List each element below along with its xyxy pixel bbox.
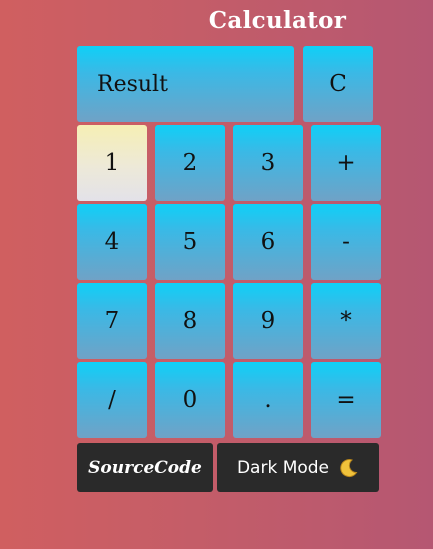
digit-4-button[interactable]: 4: [77, 204, 147, 280]
crescent-moon-icon: [337, 457, 359, 479]
decimal-point-button[interactable]: .: [233, 362, 303, 438]
digit-0-button[interactable]: 0: [155, 362, 225, 438]
equals-button[interactable]: =: [311, 362, 381, 438]
digit-7-button[interactable]: 7: [77, 283, 147, 359]
dark-mode-button[interactable]: Dark Mode: [217, 443, 379, 492]
digit-2-button[interactable]: 2: [155, 125, 225, 201]
clear-button[interactable]: C: [303, 46, 373, 122]
digit-9-button[interactable]: 9: [233, 283, 303, 359]
result-display: Result: [77, 46, 294, 122]
digit-3-button[interactable]: 3: [233, 125, 303, 201]
divide-button[interactable]: /: [77, 362, 147, 438]
source-code-button[interactable]: SourceCode: [77, 443, 213, 492]
digit-1-button[interactable]: 1: [77, 125, 147, 201]
app-title: Calculator: [208, 7, 347, 34]
digit-5-button[interactable]: 5: [155, 204, 225, 280]
plus-button[interactable]: +: [311, 125, 381, 201]
multiply-button[interactable]: *: [311, 283, 381, 359]
dark-mode-label: Dark Mode: [236, 457, 330, 478]
digit-6-button[interactable]: 6: [233, 204, 303, 280]
digit-8-button[interactable]: 8: [155, 283, 225, 359]
minus-button[interactable]: -: [311, 204, 381, 280]
